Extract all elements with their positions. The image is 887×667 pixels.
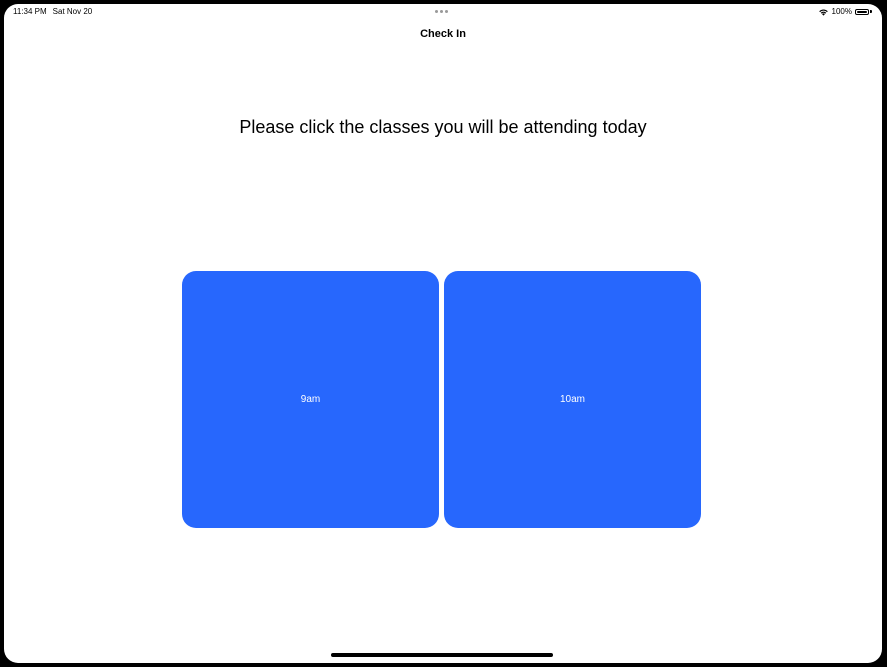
battery-tip [870,10,872,13]
multitask-dot [435,10,438,13]
home-indicator[interactable] [331,653,553,657]
multitask-dot [445,10,448,13]
multitask-dot [440,10,443,13]
wifi-icon [818,9,828,16]
class-button-10am[interactable]: 10am [444,271,701,528]
class-button-label: 10am [559,394,585,405]
battery-body [855,8,869,15]
ipad-screen: 11:34 PM Sat Nov 20 100% Check In Please … [4,4,882,663]
class-button-label: 9am [300,394,321,405]
page-title: Check In [420,28,466,40]
battery-fill [857,10,867,13]
status-bar: 11:34 PM Sat Nov 20 100% [4,4,882,22]
class-button-9am[interactable]: 9am [182,271,439,528]
battery-full-icon [855,8,873,16]
multitasking-menu-icon[interactable] [435,10,448,13]
status-right: 100% [818,7,873,16]
battery-percent: 100% [831,7,852,16]
status-date: Sat Nov 20 [52,7,93,16]
instruction-text: Please click the classes you will be att… [239,117,647,137]
status-left: 11:34 PM Sat Nov 20 [13,7,92,16]
status-time: 11:34 PM [13,7,47,16]
